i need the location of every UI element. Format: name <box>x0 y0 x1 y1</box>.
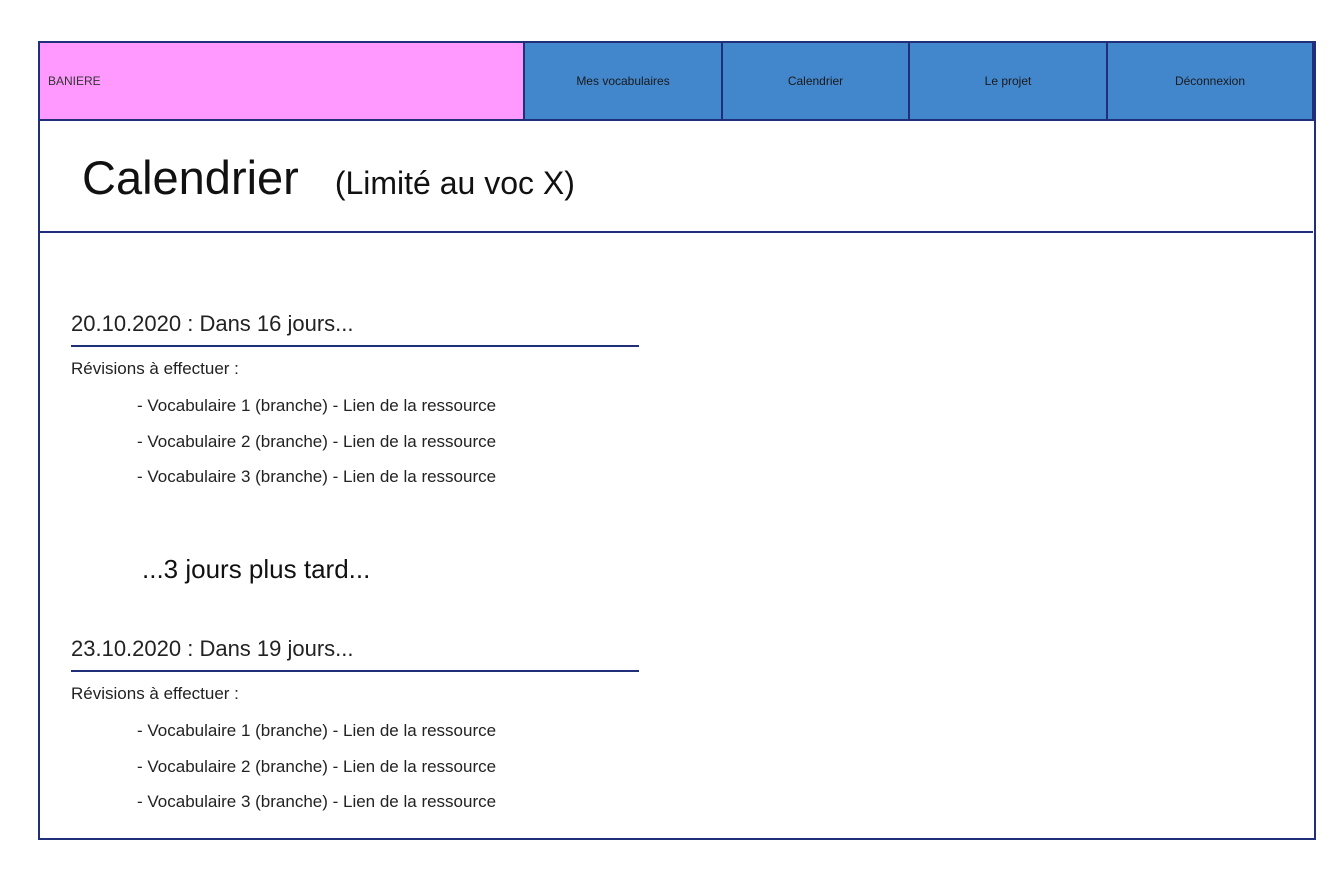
top-navbar: BANIERE Mes vocabulaires Calendrier Le p… <box>38 41 1318 121</box>
page-subtitle: (Limité au voc X) <box>334 165 575 201</box>
revision-item[interactable]: - Vocabulaire 1 (branche) - Lien de la r… <box>137 396 639 432</box>
page-title: Calendrier <box>82 151 299 204</box>
revision-item[interactable]: - Vocabulaire 2 (branche) - Lien de la r… <box>137 757 639 793</box>
date-heading: 20.10.2020 : Dans 16 jours... <box>71 311 639 347</box>
title-row: Calendrier (Limité au voc X) <box>82 150 575 205</box>
title-divider <box>38 231 1313 233</box>
nav-le-projet[interactable]: Le projet <box>908 41 1108 121</box>
nav-calendrier[interactable]: Calendrier <box>721 41 910 121</box>
banner: BANIERE <box>38 41 525 121</box>
schedule-section: 23.10.2020 : Dans 19 jours... Révisions … <box>71 636 639 828</box>
gap-text: ...3 jours plus tard... <box>142 554 371 584</box>
revision-item[interactable]: - Vocabulaire 3 (branche) - Lien de la r… <box>137 467 639 503</box>
nav-mes-vocabulaires[interactable]: Mes vocabulaires <box>523 41 723 121</box>
schedule-section: 20.10.2020 : Dans 16 jours... Révisions … <box>71 311 639 503</box>
revisions-label: Révisions à effectuer : <box>71 684 239 703</box>
revisions-label: Révisions à effectuer : <box>71 359 239 378</box>
nav-deconnexion[interactable]: Déconnexion <box>1106 41 1314 121</box>
date-heading: 23.10.2020 : Dans 19 jours... <box>71 636 639 672</box>
revision-item[interactable]: - Vocabulaire 3 (branche) - Lien de la r… <box>137 792 639 828</box>
revision-list: - Vocabulaire 1 (branche) - Lien de la r… <box>137 721 639 828</box>
revision-list: - Vocabulaire 1 (branche) - Lien de la r… <box>137 396 639 503</box>
revision-item[interactable]: - Vocabulaire 2 (branche) - Lien de la r… <box>137 432 639 468</box>
revision-item[interactable]: - Vocabulaire 1 (branche) - Lien de la r… <box>137 721 639 757</box>
